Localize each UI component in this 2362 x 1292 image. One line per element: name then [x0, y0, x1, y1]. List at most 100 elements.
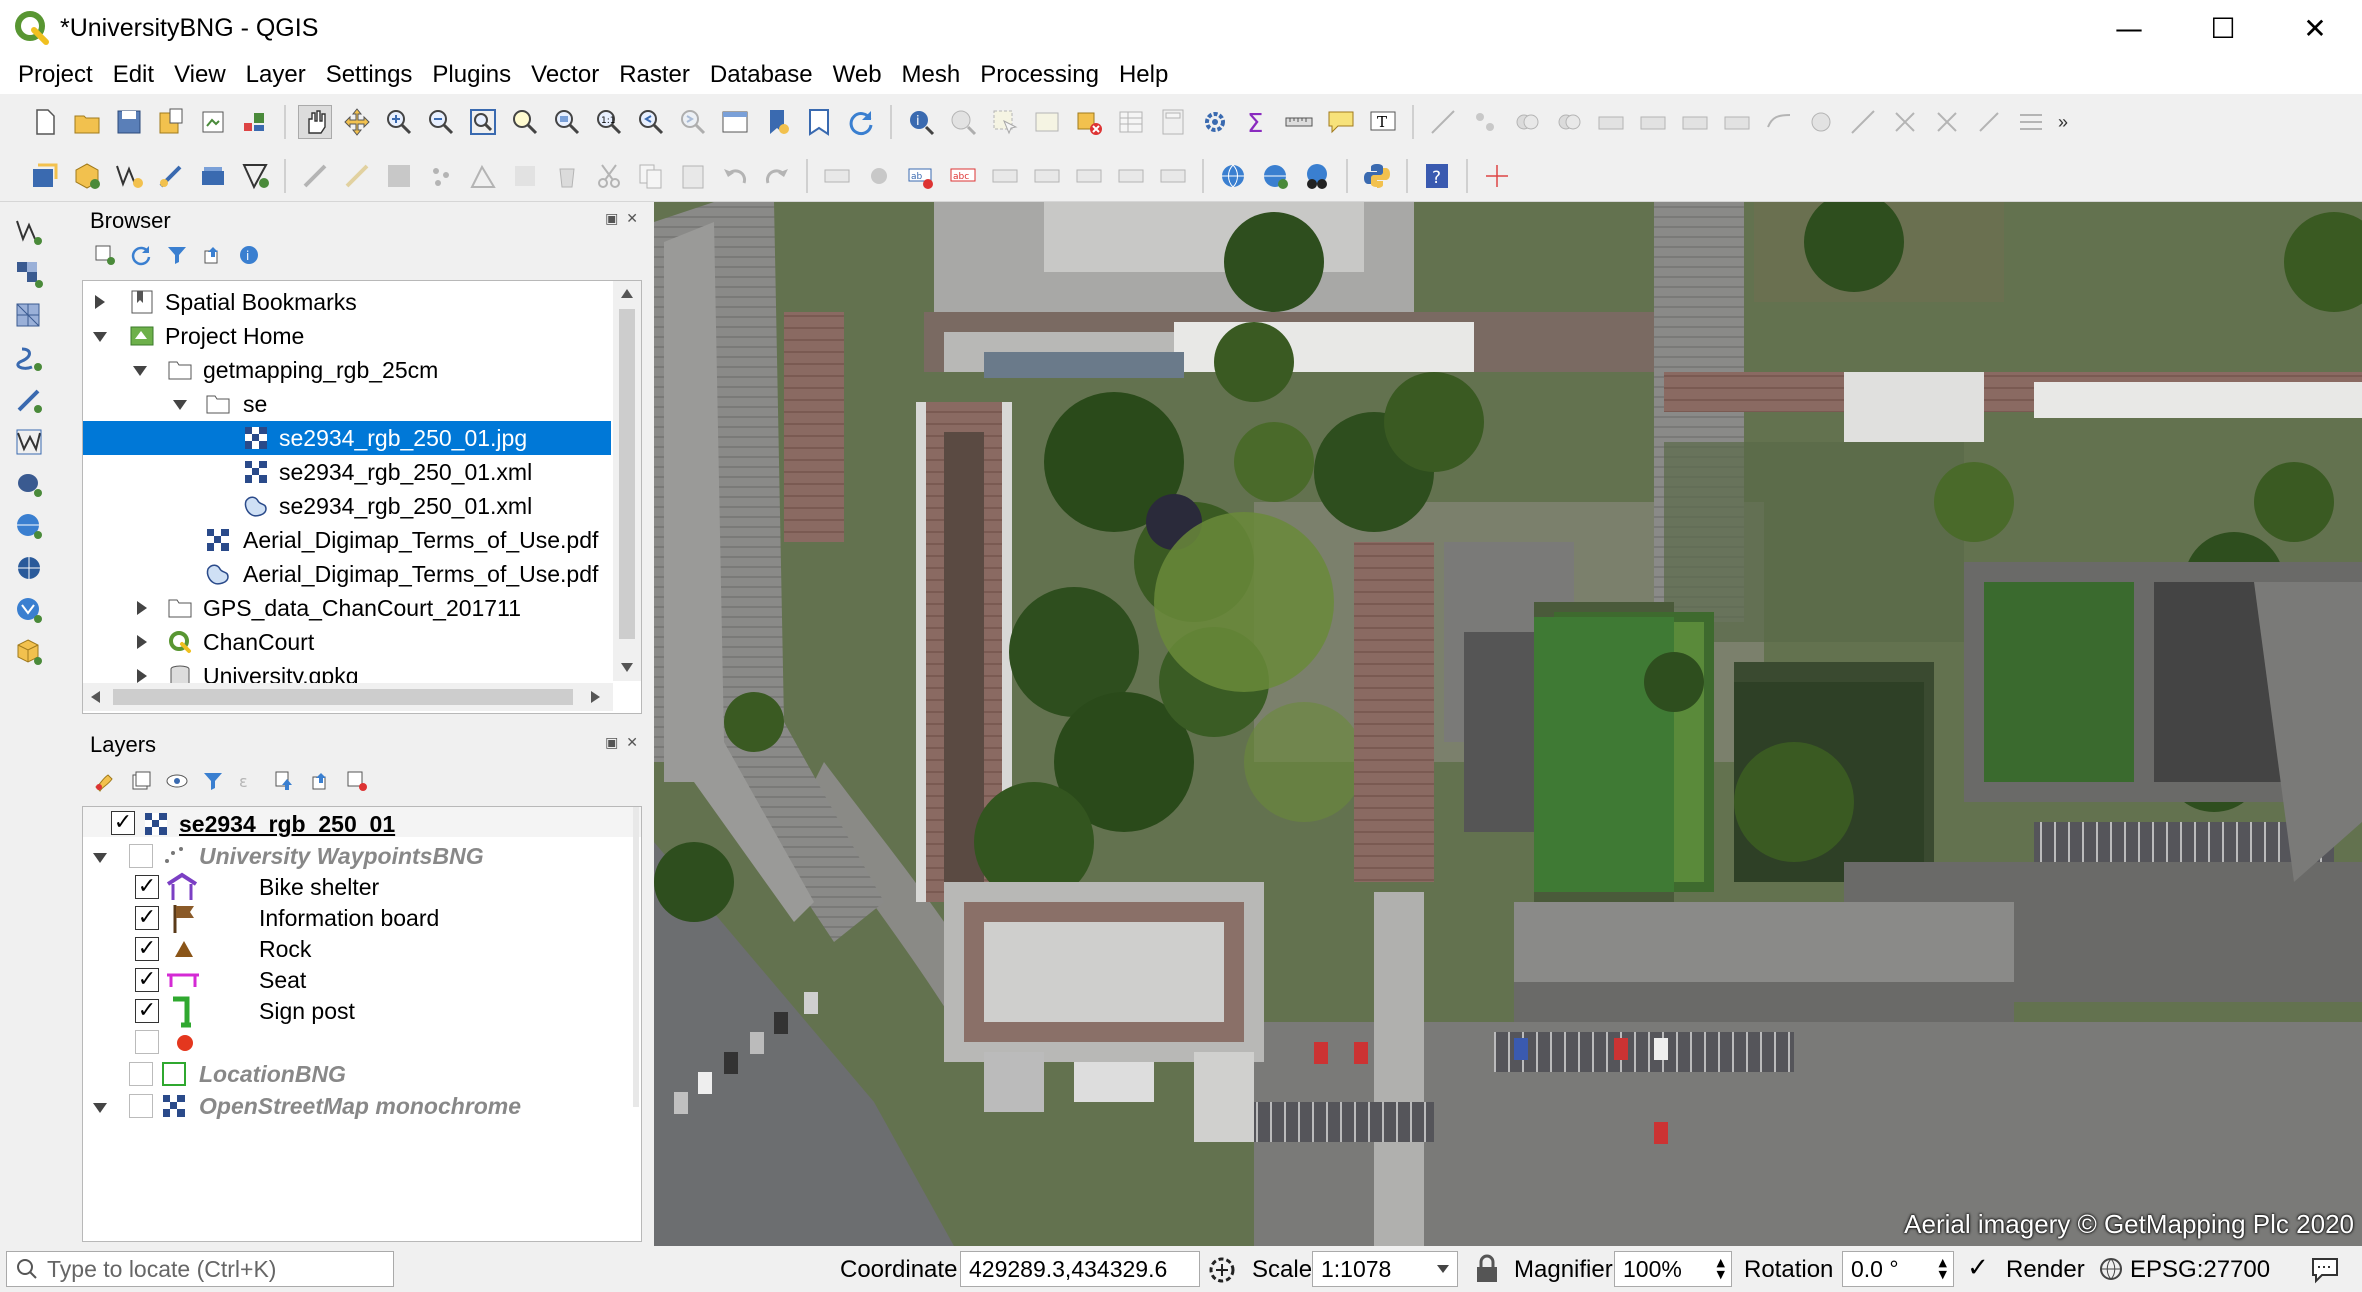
redo-icon[interactable] — [760, 159, 794, 193]
minimize-button[interactable]: — — [2082, 0, 2176, 56]
digitize-tool-15-icon[interactable] — [2014, 105, 2048, 139]
legend-item-sign-post[interactable]: ✓ Sign post — [83, 994, 613, 1028]
select-by-value-icon[interactable] — [1030, 105, 1064, 139]
layer-visibility-checkbox[interactable]: ✓ — [111, 811, 135, 835]
toggle-editing-icon[interactable] — [340, 159, 374, 193]
collapse-arrow-icon[interactable] — [93, 853, 107, 863]
browser-item-se-folder[interactable]: se — [83, 387, 611, 421]
new-project-icon[interactable] — [28, 105, 62, 139]
scroll-right-arrow-icon[interactable] — [591, 691, 600, 703]
data-source-manager-icon[interactable] — [28, 159, 62, 193]
add-virtual-layer-icon[interactable] — [12, 426, 46, 458]
zoom-to-layer-icon[interactable] — [550, 105, 584, 139]
identify-features-icon[interactable]: i — [904, 105, 938, 139]
legend-visibility-checkbox[interactable] — [135, 1030, 159, 1054]
expand-arrow-icon[interactable] — [95, 295, 105, 309]
menu-layer[interactable]: Layer — [236, 61, 316, 89]
browser-refresh-icon[interactable] — [128, 242, 154, 268]
text-annotation-icon[interactable]: T — [1366, 105, 1400, 139]
refresh-icon[interactable] — [844, 105, 878, 139]
show-bookmarks-icon[interactable] — [802, 105, 836, 139]
digitize-tool-13-icon[interactable] — [1930, 105, 1964, 139]
statistical-summary-icon[interactable]: Σ — [1240, 105, 1274, 139]
legend-item-information-board[interactable]: ✓ Information board — [83, 901, 613, 935]
new-bookmark-icon[interactable] — [760, 105, 794, 139]
browser-item-getmapping-folder[interactable]: getmapping_rgb_25cm — [83, 353, 611, 387]
zoom-in-icon[interactable] — [382, 105, 416, 139]
digitize-tool-10-icon[interactable] — [1804, 105, 1838, 139]
new-shapefile-layer-icon[interactable] — [112, 159, 146, 193]
measure-line-icon[interactable] — [1282, 105, 1316, 139]
zoom-next-icon[interactable] — [676, 105, 710, 139]
add-wcs-layer-icon[interactable] — [12, 552, 46, 584]
digitize-tool-8-icon[interactable] — [1720, 105, 1754, 139]
collapse-arrow-icon[interactable] — [93, 1103, 107, 1113]
zoom-full-icon[interactable] — [466, 105, 500, 139]
menu-raster[interactable]: Raster — [609, 61, 700, 89]
legend-item-seat[interactable]: ✓ Seat — [83, 963, 613, 997]
metasearch-icon[interactable] — [1300, 159, 1334, 193]
close-button[interactable]: ✕ — [2268, 0, 2362, 56]
render-checkbox[interactable]: ✓ — [1966, 1255, 1990, 1281]
manage-visibility-icon[interactable] — [164, 768, 190, 794]
maximize-button[interactable]: ☐ — [2176, 0, 2270, 56]
browser-item-se2934-xml-vector[interactable]: se2934_rgb_250_01.xml — [83, 489, 611, 523]
paste-features-icon[interactable] — [676, 159, 710, 193]
modify-attributes-icon[interactable] — [508, 159, 542, 193]
scroll-down-arrow-icon[interactable] — [621, 663, 633, 672]
legend-visibility-checkbox[interactable]: ✓ — [135, 937, 159, 961]
add-delimited-text-icon[interactable] — [12, 342, 46, 374]
browser-item-project-home[interactable]: Project Home — [83, 319, 611, 353]
filter-legend-icon[interactable] — [200, 768, 226, 794]
globe-icon[interactable] — [2098, 1256, 2124, 1282]
zoom-last-icon[interactable] — [634, 105, 668, 139]
legend-visibility-checkbox[interactable]: ✓ — [135, 875, 159, 899]
label-tool-2-icon[interactable] — [862, 159, 896, 193]
python-console-icon[interactable] — [1360, 159, 1394, 193]
label-tool-6-icon[interactable] — [1114, 159, 1148, 193]
toolbar-overflow-icon[interactable]: » — [2056, 105, 2070, 139]
expand-all-icon[interactable] — [272, 768, 298, 794]
copy-features-icon[interactable] — [634, 159, 668, 193]
undo-icon[interactable] — [718, 159, 752, 193]
cut-features-icon[interactable] — [592, 159, 626, 193]
browser-item-gps-folder[interactable]: GPS_data_ChanCourt_201711 — [83, 591, 611, 625]
messages-icon[interactable] — [2310, 1256, 2340, 1284]
add-wms-layer-icon[interactable] — [1216, 159, 1250, 193]
layer-visibility-checkbox[interactable] — [129, 844, 153, 868]
add-postgis-layer-icon[interactable] — [12, 468, 46, 500]
digitize-tool-14-icon[interactable] — [1972, 105, 2006, 139]
layers-scrollbar[interactable] — [633, 807, 639, 1107]
digitize-tool-3-icon[interactable] — [1510, 105, 1544, 139]
digitize-tool-1-icon[interactable] — [1426, 105, 1460, 139]
add-wfs-layer-side-icon[interactable] — [12, 594, 46, 626]
save-as-icon[interactable] — [154, 105, 188, 139]
legend-item-rock[interactable]: ✓ Rock — [83, 932, 613, 966]
legend-visibility-checkbox[interactable]: ✓ — [135, 999, 159, 1023]
locator-search-field[interactable]: Type to locate (Ctrl+K) — [6, 1251, 394, 1287]
expand-arrow-icon[interactable] — [137, 635, 147, 649]
vertex-tool-icon[interactable] — [466, 159, 500, 193]
toggle-extents-icon[interactable] — [1206, 1254, 1238, 1286]
browser-item-terms-pdf-raster[interactable]: Aerial_Digimap_Terms_of_Use.pdf — [83, 523, 611, 557]
add-raster-layer-icon[interactable] — [12, 258, 46, 290]
digitize-tool-9-icon[interactable] — [1762, 105, 1796, 139]
add-vector-layer-icon[interactable] — [12, 216, 46, 248]
delete-selected-icon[interactable] — [550, 159, 584, 193]
chevron-down-icon[interactable] — [1437, 1265, 1449, 1273]
zoom-out-icon[interactable] — [424, 105, 458, 139]
print-layout-icon[interactable] — [196, 105, 230, 139]
browser-collapse-icon[interactable] — [200, 242, 226, 268]
coordinate-field[interactable]: 429289.3,434329.6 — [960, 1251, 1200, 1287]
new-map-view-icon[interactable] — [718, 105, 752, 139]
menu-edit[interactable]: Edit — [103, 61, 164, 89]
help-icon[interactable]: ? — [1420, 159, 1454, 193]
open-attribute-table-icon[interactable] — [1114, 105, 1148, 139]
lock-icon[interactable] — [1474, 1254, 1500, 1284]
crs-label[interactable]: EPSG:27700 — [2130, 1256, 2270, 1284]
rotation-field[interactable]: 0.0 ° ▲ ▼ — [1842, 1251, 1954, 1287]
scrollbar-thumb[interactable] — [113, 689, 573, 705]
zoom-native-icon[interactable]: 1:1 — [592, 105, 626, 139]
new-spatialite-layer-icon[interactable] — [238, 159, 272, 193]
crosshair-icon[interactable] — [1480, 159, 1514, 193]
